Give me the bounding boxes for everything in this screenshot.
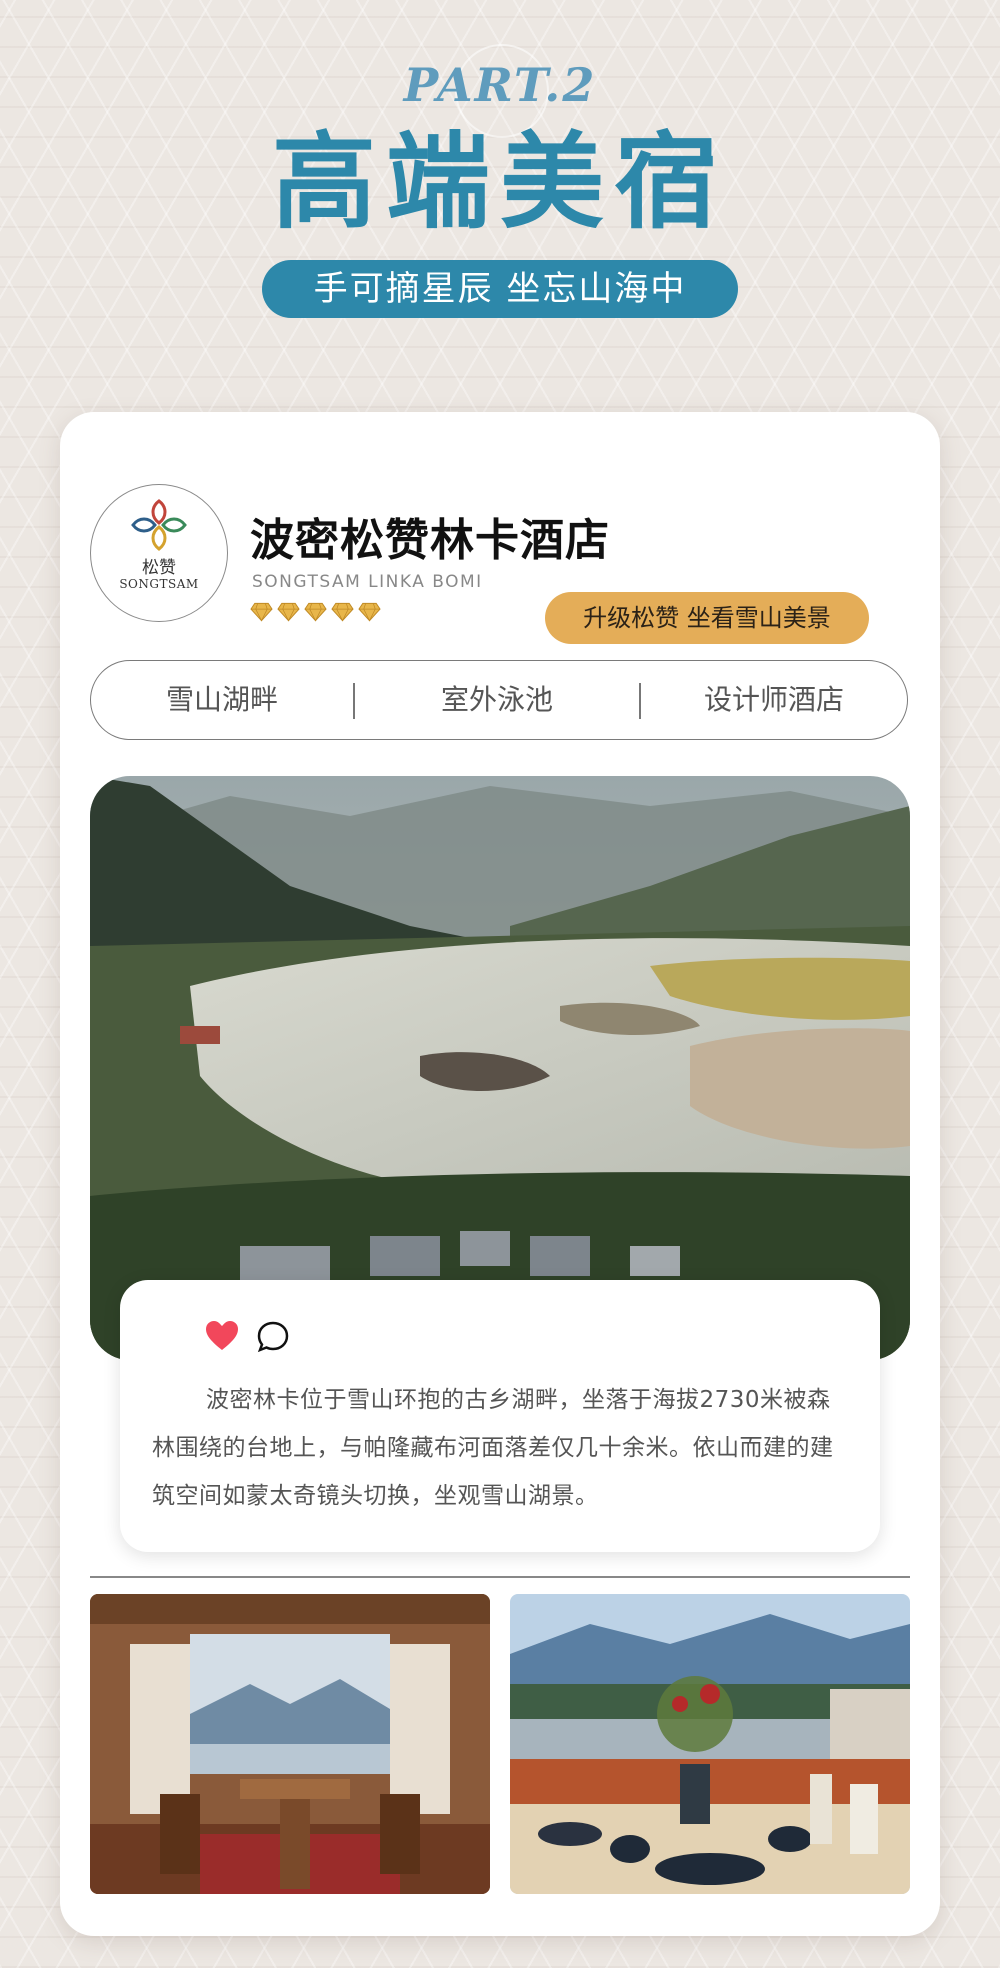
upgrade-button[interactable]: 升级松赞 坐看雪山美景 [545,592,869,644]
description-card: 波密林卡位于雪山环抱的古乡湖畔，坐落于海拔2730米被森林围绕的台地上，与帕隆藏… [120,1280,880,1552]
tag-lakeside[interactable]: 雪山湖畔 [91,661,353,739]
page-title: 高端美宿 [271,121,728,243]
diamond-icon [250,602,273,622]
diamond-icon [277,602,300,622]
section-divider [90,1576,910,1578]
logo-text-en: SONGTSAM [119,577,199,591]
feature-tags: 雪山湖畔 室外泳池 设计师酒店 [90,660,908,740]
diamond-icon [331,602,354,622]
diamond-rating [250,602,381,622]
hotel-name: 波密松赞林卡酒店 [250,515,610,566]
room-photo [90,1594,490,1894]
logo-text-cn: 松赞 [142,558,176,578]
hotel-description: 波密林卡位于雪山环抱的古乡湖畔，坐落于海拔2730米被森林围绕的台地上，与帕隆藏… [152,1387,834,1509]
hotel-name-en: SONGTSAM LINKA BOMI [252,572,483,592]
tag-designer-hotel[interactable]: 设计师酒店 [641,661,907,739]
tag-outdoor-pool[interactable]: 室外泳池 [355,661,639,739]
diamond-icon [304,602,327,622]
diamond-icon [358,602,381,622]
main-landscape-photo [90,776,910,1360]
subtitle-badge: 手可摘星辰 坐忘山海中 [262,260,738,318]
hotel-logo: 松赞 SONGTSAM [90,484,228,622]
dining-photo [510,1594,910,1894]
songtsam-flower-icon [131,499,187,551]
comment-icon[interactable] [256,1320,290,1354]
hotel-card: 松赞 SONGTSAM 波密松赞林卡酒店 SONGTSAM LINKA BOMI… [60,412,940,1936]
part-label: PART.2 [403,58,597,112]
heart-icon[interactable] [204,1320,240,1352]
